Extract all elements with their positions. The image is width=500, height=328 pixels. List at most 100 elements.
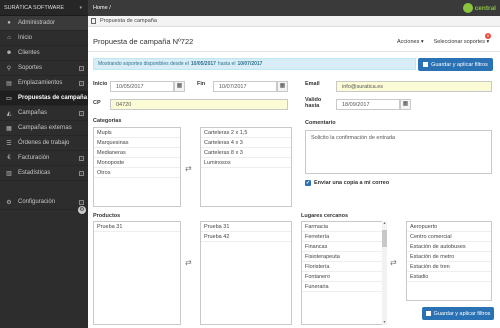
- sidebar-item-estad-sticas[interactable]: ▥ Estadísticas +: [0, 166, 88, 181]
- sidebar-item-administrador[interactable]: ● Administrador: [0, 16, 88, 31]
- save-filters-bottom-label: Guardar y aplicar filtros: [433, 310, 491, 317]
- list-item[interactable]: Farmacia: [302, 222, 386, 232]
- lugares-scrollbar[interactable]: ▴ ▾: [382, 221, 387, 325]
- expand-icon[interactable]: +: [79, 110, 84, 116]
- categorias-selected-list[interactable]: Carteleras 2 x 1,5 Carteleras 4 x 3 Cartel…: [200, 127, 292, 207]
- list-item[interactable]: Carteleras 4 x 3: [201, 138, 291, 148]
- sidebar-item-inicio[interactable]: ⌂ Inicio: [0, 31, 88, 46]
- sidebar-item-facturaci-n[interactable]: € Facturación +: [0, 151, 88, 166]
- categorias-available-list[interactable]: Mupis Marquesinas Medianeras Monoposte Otros: [93, 127, 181, 207]
- breadcrumb: Propuesta de campaña: [88, 16, 500, 27]
- scroll-down-icon[interactable]: ▾: [382, 320, 387, 324]
- sidebar-item-emplazamientos[interactable]: ▤ Emplazamientos +: [0, 76, 88, 91]
- list-item[interactable]: Estación de autobuses: [407, 242, 491, 252]
- sidebar-item-label: Órdenes de trabajo: [18, 140, 70, 146]
- cp-field[interactable]: 04720: [110, 99, 288, 110]
- list-item[interactable]: Medianeras: [94, 148, 180, 158]
- list-item[interactable]: Prueba 42: [201, 232, 291, 242]
- list-item[interactable]: Centro comercial: [407, 232, 491, 242]
- valido-date-input[interactable]: 18/09/2017: [336, 99, 400, 110]
- list-item[interactable]: Monoposte: [94, 158, 180, 168]
- list-item[interactable]: Carteleras 8 x 3: [201, 148, 291, 158]
- expand-icon[interactable]: +: [79, 80, 84, 86]
- brand-logo[interactable]: central: [462, 1, 496, 15]
- list-item[interactable]: Luminosos: [201, 158, 291, 168]
- list-item[interactable]: Funeraria: [302, 282, 386, 292]
- list-item[interactable]: Floristería: [302, 262, 386, 272]
- list-item[interactable]: Marquesinas: [94, 138, 180, 148]
- list-item[interactable]: Fontanero: [302, 272, 386, 282]
- transfer-icon[interactable]: ⇄: [185, 164, 192, 173]
- email-label: Email: [305, 81, 320, 87]
- list-item[interactable]: Carteleras 2 x 1,5: [201, 128, 291, 138]
- logo-text: central: [474, 4, 496, 12]
- valido-label-line2: hasta: [305, 103, 320, 109]
- sidebar-item-configuraci-n[interactable]: ⚙ Configuración +: [0, 195, 88, 210]
- save-icon: [425, 311, 431, 316]
- sidebar-header[interactable]: SURÁTICA SOFTWARE ▾: [0, 0, 88, 16]
- sidebar-item-label: Configuración: [18, 199, 56, 205]
- sidebar-item-propuestas-de-campa-a[interactable]: ▭ Propuestas de campaña: [0, 91, 88, 106]
- document-icon: [91, 18, 96, 24]
- header-actions: Acciones ▾ Seleccionar soportes ▾: [397, 39, 489, 45]
- info-prefix: Mostrando soportes disponibles desde el: [98, 61, 189, 67]
- sidebar-menu: ● Administrador ⌂ Inicio ☻ Clientes ⚲ Soportes +…: [0, 16, 88, 210]
- valido-label: Valido hasta: [305, 97, 321, 109]
- expand-icon[interactable]: +: [79, 65, 84, 71]
- list-item[interactable]: Estación de metro: [407, 252, 491, 262]
- list-item[interactable]: Mupis: [94, 128, 180, 138]
- expand-icon[interactable]: +: [79, 170, 84, 176]
- divider: [88, 51, 500, 52]
- transfer-icon[interactable]: ⇄: [390, 258, 397, 267]
- sidebar-item-campa-as-externas[interactable]: ▦ Campañas externas: [0, 121, 88, 136]
- inicio-date-input[interactable]: 10/05/2017: [110, 81, 174, 92]
- select-supports-dropdown[interactable]: Seleccionar soportes ▾: [434, 39, 490, 45]
- sidebar-item-label: Campañas externas: [18, 125, 72, 131]
- calendar-icon[interactable]: ▦: [174, 81, 185, 92]
- sidebar-item-campa-as[interactable]: ◭ Campañas +: [0, 106, 88, 121]
- breadcrumb-home[interactable]: Home /: [93, 5, 111, 11]
- settings-gear-icon[interactable]: ⚙: [78, 206, 86, 214]
- list-item[interactable]: Ferretería: [302, 232, 386, 242]
- actions-dropdown[interactable]: Acciones ▾: [397, 39, 424, 45]
- transfer-icon[interactable]: ⇄: [185, 258, 192, 267]
- calendar-icon[interactable]: ▦: [277, 81, 288, 92]
- list-item[interactable]: Fisioterapeuta: [302, 252, 386, 262]
- lugares-available-list[interactable]: Farmacia Ferretería Financas Fisioterapeuta…: [301, 221, 387, 325]
- list-item[interactable]: Aeropuerto: [407, 222, 491, 232]
- productos-available-list[interactable]: Prueba 31: [93, 221, 181, 325]
- checkbox-checked-icon[interactable]: ✓: [305, 180, 311, 186]
- user-icon: ●: [7, 20, 11, 26]
- logo-leaf-icon: [462, 3, 473, 13]
- list-item[interactable]: Estación de tren: [407, 262, 491, 272]
- scroll-up-icon[interactable]: ▴: [382, 221, 387, 225]
- sidebar-item-label: Emplazamientos: [18, 80, 63, 86]
- fin-label: Fin: [197, 81, 206, 87]
- list-item[interactable]: Estadio: [407, 272, 491, 282]
- sidebar-item-label: Administrador: [18, 20, 56, 26]
- expand-icon[interactable]: +: [79, 155, 84, 161]
- lugares-selected-list[interactable]: Aeropuerto Centro comercial Estación de au…: [406, 221, 492, 301]
- calendar-icon[interactable]: ▦: [400, 99, 411, 110]
- sidebar-item-clientes[interactable]: ☻ Clientes: [0, 46, 88, 61]
- expand-icon[interactable]: +: [79, 199, 84, 205]
- scroll-thumb[interactable]: [382, 230, 387, 247]
- list-item[interactable]: Prueba 31: [94, 222, 180, 232]
- comment-textarea[interactable]: Solicito la confirmación de entrada: [305, 130, 492, 174]
- save-filters-button[interactable]: Guardar y aplicar filtros: [418, 58, 493, 71]
- sidebar-item-label: Campañas: [18, 110, 48, 116]
- list-item[interactable]: Otros: [94, 168, 180, 178]
- pin-icon: ⚲: [6, 65, 12, 72]
- list-item[interactable]: Prueba 31: [201, 222, 291, 232]
- gear-icon: ⚙: [6, 199, 12, 206]
- list-item[interactable]: Financas: [302, 242, 386, 252]
- send-copy-checkbox[interactable]: ✓ Enviar una copia a mi correo: [305, 180, 389, 186]
- inicio-label: Inicio: [93, 81, 108, 87]
- fin-date-input[interactable]: 10/07/2017: [213, 81, 277, 92]
- email-field[interactable]: info@suratica.es: [336, 81, 492, 92]
- bar-chart-icon: ▥: [6, 170, 12, 177]
- sidebar-item-soportes[interactable]: ⚲ Soportes +: [0, 61, 88, 76]
- productos-selected-list[interactable]: Prueba 31 Prueba 42: [200, 221, 292, 325]
- save-filters-bottom-button[interactable]: Guardar y aplicar filtros: [422, 307, 494, 320]
- sidebar-item--rdenes-de-trabajo[interactable]: ☰ Órdenes de trabajo: [0, 136, 88, 151]
